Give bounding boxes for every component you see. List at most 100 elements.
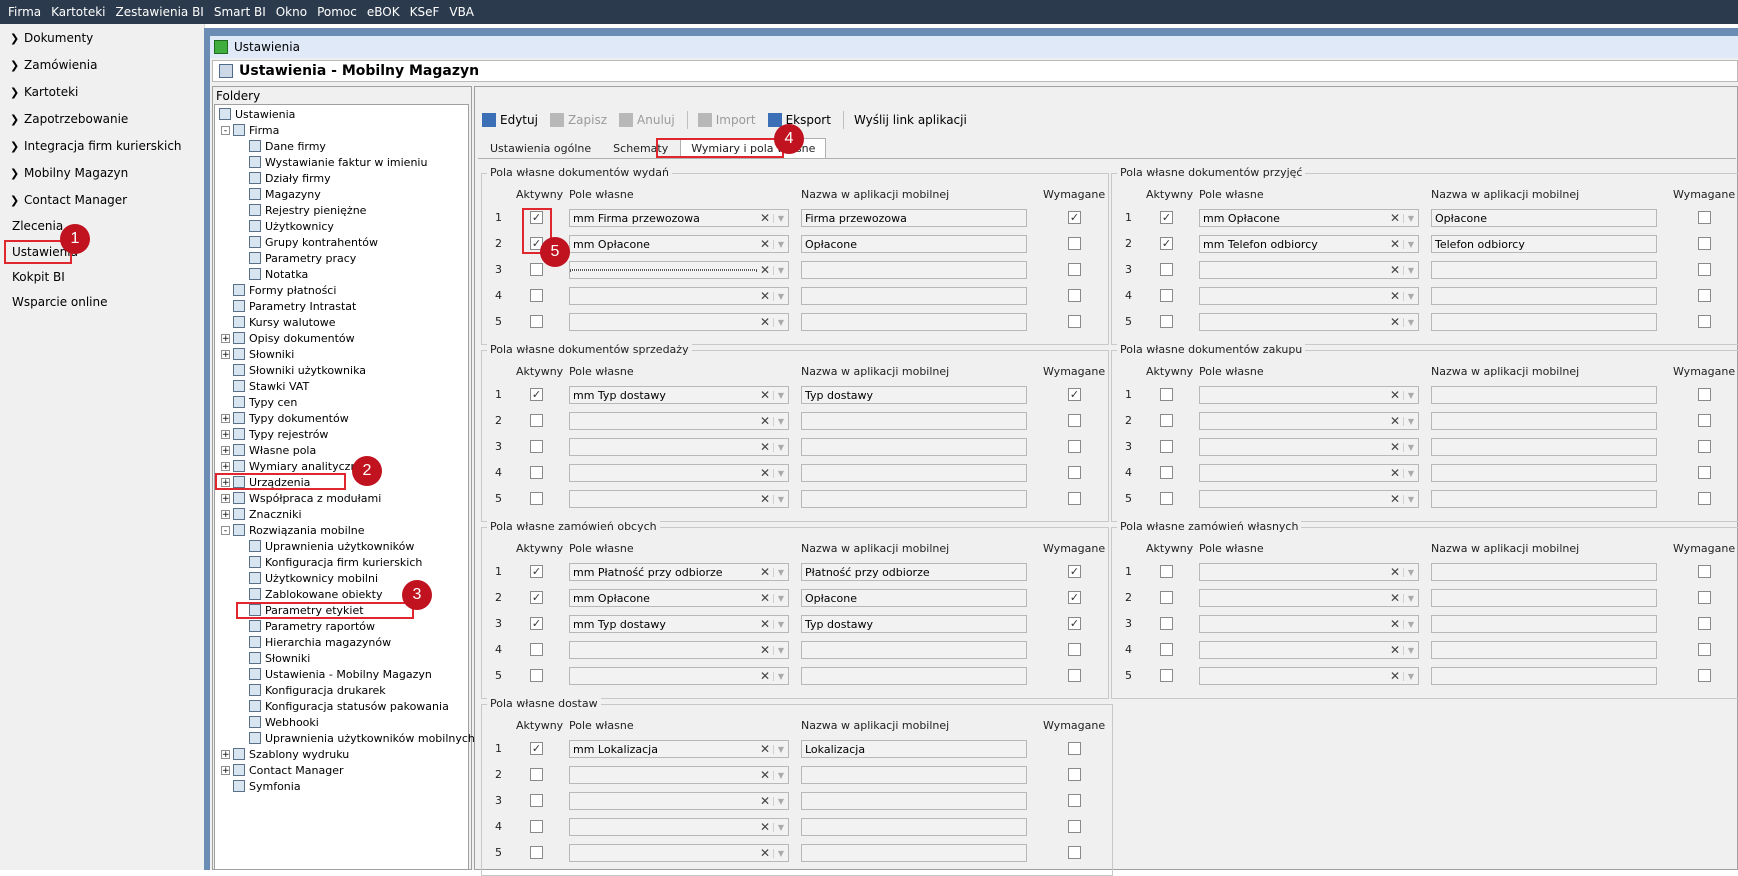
mobile-name-field[interactable] — [801, 844, 1027, 862]
dropdown-arrow-icon[interactable]: ▼ — [1403, 645, 1418, 655]
active-checkbox[interactable] — [1160, 388, 1173, 401]
mobile-name-field[interactable]: Typ dostawy — [801, 615, 1027, 633]
clear-icon[interactable]: ✕ — [1387, 466, 1403, 480]
nav-item-zapotrzebowanie[interactable]: ❯ Zapotrzebowanie — [0, 105, 200, 133]
required-checkbox[interactable] — [1698, 440, 1711, 453]
tree-node[interactable]: Typy dokumentów — [233, 410, 349, 426]
dropdown-arrow-icon[interactable]: ▼ — [773, 796, 788, 806]
active-checkbox[interactable] — [1160, 440, 1173, 453]
mobile-name-field[interactable]: Typ dostawy — [801, 386, 1027, 404]
active-checkbox[interactable]: ✓ — [530, 591, 543, 604]
tree-node[interactable]: Grupy kontrahentów — [249, 234, 378, 250]
mobile-name-field[interactable] — [801, 792, 1027, 810]
clear-icon[interactable]: ✕ — [757, 211, 773, 225]
nav-item-zamowienia[interactable]: ❯ Zamówienia — [0, 51, 200, 79]
tree-node[interactable]: Współpraca z modułami — [233, 490, 381, 506]
clear-icon[interactable]: ✕ — [1387, 211, 1403, 225]
required-checkbox[interactable] — [1698, 565, 1711, 578]
required-checkbox[interactable] — [1068, 237, 1081, 250]
clear-icon[interactable]: ✕ — [757, 440, 773, 454]
clear-icon[interactable]: ✕ — [757, 565, 773, 579]
mobile-name-field[interactable] — [1431, 287, 1657, 305]
custom-field-select[interactable]: ✕ ▼ — [569, 313, 789, 331]
active-checkbox[interactable] — [1160, 617, 1173, 630]
mobile-name-field[interactable] — [1431, 589, 1657, 607]
active-checkbox[interactable] — [1160, 289, 1173, 302]
required-checkbox[interactable] — [1068, 263, 1081, 276]
tree-toggle-icon[interactable]: + — [221, 750, 230, 760]
dropdown-arrow-icon[interactable]: ▼ — [1403, 213, 1418, 223]
dropdown-arrow-icon[interactable]: ▼ — [1403, 416, 1418, 426]
mobile-name-field[interactable] — [801, 818, 1027, 836]
dropdown-arrow-icon[interactable]: ▼ — [773, 619, 788, 629]
dropdown-arrow-icon[interactable]: ▼ — [773, 416, 788, 426]
dropdown-arrow-icon[interactable]: ▼ — [773, 468, 788, 478]
tree-toggle-icon[interactable]: - — [221, 526, 230, 536]
required-checkbox[interactable] — [1068, 742, 1081, 755]
custom-field-select[interactable]: ✕ ▼ — [569, 641, 789, 659]
dropdown-arrow-icon[interactable]: ▼ — [773, 593, 788, 603]
required-checkbox[interactable] — [1698, 237, 1711, 250]
clear-icon[interactable]: ✕ — [1387, 263, 1403, 277]
tree-node[interactable]: Opisy dokumentów — [233, 330, 355, 346]
custom-field-select[interactable]: ✕ ▼ — [569, 766, 789, 784]
tree-node[interactable]: Rejestry pieniężne — [249, 202, 366, 218]
active-checkbox[interactable]: ✓ — [530, 388, 543, 401]
tree-node[interactable]: Rozwiązania mobilne — [233, 522, 365, 538]
tree-toggle-icon[interactable]: + — [221, 334, 230, 344]
nav-item-kartoteki[interactable]: ❯ Kartoteki — [0, 78, 200, 106]
tree-toggle-icon[interactable]: + — [221, 494, 230, 504]
required-checkbox[interactable] — [1698, 414, 1711, 427]
dropdown-arrow-icon[interactable]: ▼ — [773, 671, 788, 681]
required-checkbox[interactable] — [1068, 768, 1081, 781]
custom-field-select[interactable]: ✕ ▼ — [1199, 464, 1419, 482]
dropdown-arrow-icon[interactable]: ▼ — [1403, 619, 1418, 629]
tree-toggle-icon[interactable]: - — [221, 126, 230, 136]
mobile-name-field[interactable] — [801, 438, 1027, 456]
clear-icon[interactable]: ✕ — [757, 289, 773, 303]
tree-node[interactable]: Uprawnienia użytkowników mobilnych — [249, 730, 475, 746]
mobile-name-field[interactable] — [1431, 667, 1657, 685]
tree-toggle-icon[interactable]: + — [221, 766, 230, 776]
active-checkbox[interactable] — [530, 492, 543, 505]
custom-field-select[interactable]: ✕ ▼ — [1199, 261, 1419, 279]
clear-icon[interactable]: ✕ — [757, 466, 773, 480]
clear-icon[interactable]: ✕ — [757, 846, 773, 860]
menu-pomoc[interactable]: Pomoc — [317, 5, 357, 19]
custom-field-select[interactable]: ✕ ▼ — [569, 287, 789, 305]
clear-icon[interactable]: ✕ — [757, 820, 773, 834]
clear-icon[interactable]: ✕ — [1387, 388, 1403, 402]
dropdown-arrow-icon[interactable]: ▼ — [1403, 317, 1418, 327]
dropdown-arrow-icon[interactable]: ▼ — [773, 265, 788, 275]
dropdown-arrow-icon[interactable]: ▼ — [1403, 442, 1418, 452]
dropdown-arrow-icon[interactable]: ▼ — [773, 770, 788, 780]
active-checkbox[interactable] — [530, 768, 543, 781]
custom-field-select[interactable]: mm Telefon odbiorcy ✕ ▼ — [1199, 235, 1419, 253]
custom-field-select[interactable]: ✕ ▼ — [569, 792, 789, 810]
active-checkbox[interactable] — [530, 669, 543, 682]
tree-node[interactable]: Szablony wydruku — [233, 746, 349, 762]
custom-field-select[interactable]: ✕ ▼ — [569, 490, 789, 508]
tree-toggle-icon[interactable]: + — [221, 462, 230, 472]
nav-item-zlecenia[interactable]: Zlecenia — [0, 212, 212, 240]
mobile-name-field[interactable]: Płatność przy odbiorze — [801, 563, 1027, 581]
menu-okno[interactable]: Okno — [276, 5, 307, 19]
tree-node[interactable]: Słowniki — [249, 650, 310, 666]
custom-field-select[interactable]: ✕ ▼ — [569, 261, 789, 279]
clear-icon[interactable]: ✕ — [757, 768, 773, 782]
tree-node[interactable]: Uprawnienia użytkowników — [249, 538, 414, 554]
dropdown-arrow-icon[interactable]: ▼ — [1403, 593, 1418, 603]
required-checkbox[interactable] — [1068, 846, 1081, 859]
required-checkbox[interactable] — [1698, 492, 1711, 505]
required-checkbox[interactable] — [1698, 388, 1711, 401]
toolbar-button-4[interactable]: Eksport — [767, 113, 831, 127]
active-checkbox[interactable] — [530, 846, 543, 859]
mobile-name-field[interactable] — [801, 287, 1027, 305]
clear-icon[interactable]: ✕ — [757, 794, 773, 808]
tree-node[interactable]: Parametry Intrastat — [233, 298, 356, 314]
dropdown-arrow-icon[interactable]: ▼ — [1403, 390, 1418, 400]
mobile-name-field[interactable] — [801, 412, 1027, 430]
clear-icon[interactable]: ✕ — [1387, 414, 1403, 428]
active-checkbox[interactable] — [530, 263, 543, 276]
clear-icon[interactable]: ✕ — [757, 617, 773, 631]
